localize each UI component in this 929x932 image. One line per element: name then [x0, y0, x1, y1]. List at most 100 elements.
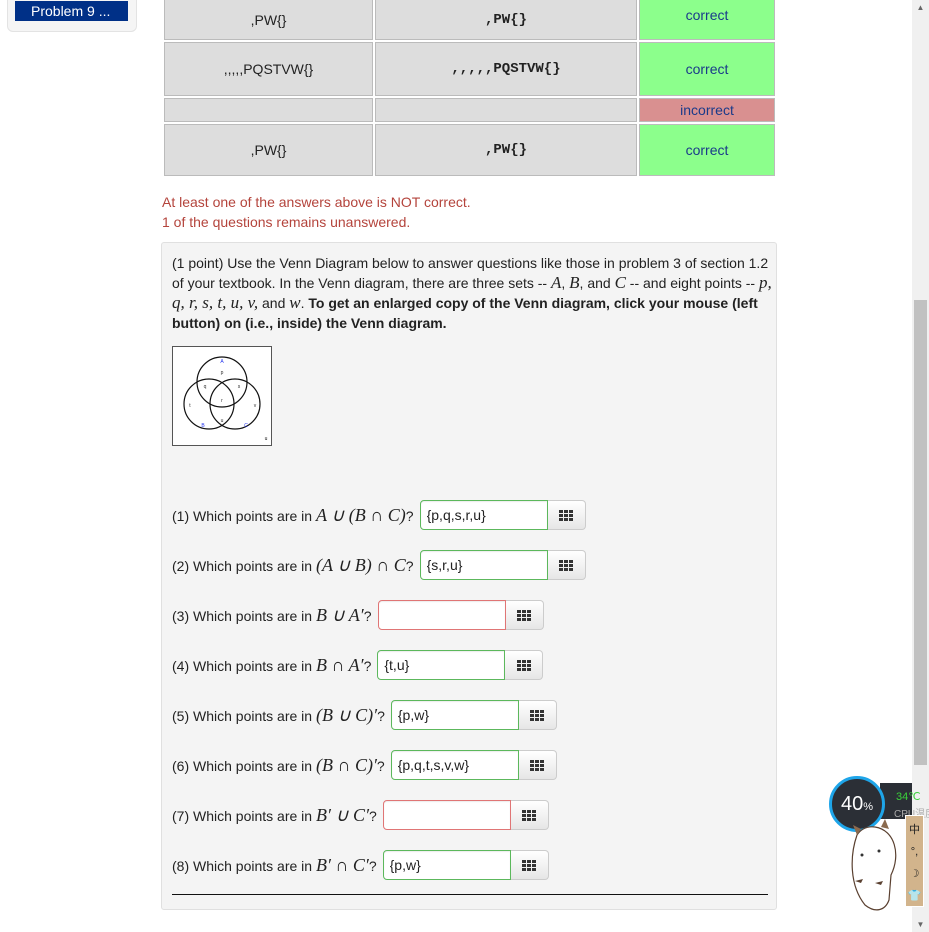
question-suffix: ?	[377, 707, 385, 724]
point-t: t	[189, 403, 191, 409]
venn-diagram[interactable]: A B C p q r s t u v u	[172, 346, 272, 446]
separator: ,	[561, 275, 570, 291]
set-c: C	[614, 273, 626, 292]
table-row: incorrect	[162, 96, 777, 124]
point-r: r	[221, 398, 223, 404]
answer-format-help-button-7[interactable]	[510, 800, 549, 830]
grid-icon	[559, 509, 574, 521]
ime-halfwidth-icon[interactable]: ☽	[910, 867, 920, 880]
status-cell: correct	[637, 40, 777, 98]
answer-format-help-button-4[interactable]	[505, 650, 544, 680]
answer-input-4[interactable]	[377, 650, 506, 680]
point-s: s	[238, 384, 241, 390]
answer-input-5[interactable]	[390, 700, 519, 730]
answer-format-help-button-2[interactable]	[547, 550, 586, 580]
question-label: (5) Which points are in (B ∪ C)′?	[172, 705, 385, 726]
set-expression: B ∩ A′	[315, 654, 364, 675]
set-expression: B′ ∪ C′	[315, 804, 370, 825]
not-correct-message: At least one of the answers above is NOT…	[162, 194, 471, 210]
question-prefix: (8) Which points are in	[172, 857, 316, 874]
ime-chinese-mode-icon[interactable]: 中	[909, 821, 920, 837]
status-cell: incorrect	[637, 96, 777, 124]
set-a: A	[550, 273, 562, 292]
answer-input-7[interactable]	[382, 800, 511, 830]
answer-input-1[interactable]	[419, 500, 548, 530]
status-cell: correct	[637, 122, 777, 178]
question-label: (1) Which points are in A ∪ (B ∩ C)?	[172, 505, 414, 526]
question-prefix: (2) Which points are in	[172, 557, 316, 574]
question-row: (7) Which points are in B′ ∪ C′?	[172, 800, 549, 830]
problem-statement: (1 point) Use the Venn Diagram below to …	[172, 253, 772, 333]
set-expression: A ∪ (B ∩ C)	[315, 504, 406, 525]
label-a: A	[220, 359, 224, 365]
question-prefix: (3) Which points are in	[172, 607, 316, 624]
table-row: ,PW{} ,PW{} correct	[162, 0, 777, 42]
ime-punctuation-icon[interactable]: °,	[911, 846, 918, 858]
question-prefix: (7) Which points are in	[172, 807, 316, 824]
question-label: (4) Which points are in B ∩ A′?	[172, 655, 371, 676]
question-suffix: ?	[405, 557, 414, 574]
answer-format-help-button-6[interactable]	[518, 750, 557, 780]
results-table: ,PW{} ,PW{} correct ,,,,,PQSTVW{} ,,,,,P…	[162, 0, 777, 178]
answer-input-3[interactable]	[377, 600, 506, 630]
answer-format-help-button-5[interactable]	[518, 700, 557, 730]
preview-cell	[373, 96, 639, 124]
point-u: u	[221, 418, 224, 424]
scroll-down-arrow-icon[interactable]: ▼	[912, 920, 929, 929]
divider	[172, 894, 768, 895]
answer-format-help-button-1[interactable]	[547, 500, 586, 530]
status-cell: correct	[637, 0, 777, 42]
set-b: B	[569, 273, 580, 292]
question-prefix: (5) Which points are in	[172, 707, 316, 724]
ime-toolbar[interactable]: 中 °, ☽ 👕	[905, 815, 924, 907]
ime-skin-icon[interactable]: 👕	[908, 889, 922, 902]
set-expression: (A ∪ B) ∩ C	[315, 554, 406, 575]
mascot-icon	[851, 819, 897, 911]
set-expression: B′ ∩ C′	[315, 854, 369, 875]
point-q: q	[204, 384, 207, 390]
question-label: (7) Which points are in B′ ∪ C′?	[172, 805, 377, 826]
label-c: C	[244, 423, 248, 429]
question-label: (8) Which points are in B′ ∩ C′?	[172, 855, 377, 876]
question-suffix: ?	[368, 857, 377, 874]
table-row: ,PW{} ,PW{} correct	[162, 122, 777, 178]
entered-cell: ,,,,,PQSTVW{}	[162, 40, 375, 98]
question-suffix: ?	[363, 657, 372, 674]
problem-9-link[interactable]: Problem 9 ...	[15, 1, 128, 21]
question-prefix: (1) Which points are in	[172, 507, 316, 524]
grid-icon	[517, 609, 532, 621]
point-v: v	[254, 403, 257, 409]
question-suffix: ?	[369, 807, 377, 824]
answer-format-help-button-3[interactable]	[505, 600, 544, 630]
answer-input-2[interactable]	[419, 550, 548, 580]
grid-icon	[559, 559, 574, 571]
entered-cell: ,PW{}	[162, 122, 375, 178]
set-expression: B ∪ A′	[315, 604, 364, 625]
answer-input-6[interactable]	[390, 750, 519, 780]
unanswered-message: 1 of the questions remains unanswered.	[162, 214, 411, 230]
grid-icon	[522, 859, 537, 871]
question-prefix: (6) Which points are in	[172, 757, 316, 774]
grid-icon	[522, 809, 537, 821]
answer-input-8[interactable]	[382, 850, 511, 880]
question-row: (5) Which points are in (B ∪ C)′?	[172, 700, 557, 730]
question-row: (1) Which points are in A ∪ (B ∩ C)?	[172, 500, 586, 530]
question-prefix: (4) Which points are in	[172, 657, 316, 674]
scroll-up-arrow-icon[interactable]: ▲	[912, 3, 929, 12]
question-row: (2) Which points are in (A ∪ B) ∩ C?	[172, 550, 586, 580]
grid-icon	[530, 759, 545, 771]
set-expression: (B ∩ C)′	[315, 754, 377, 775]
percent-sign: %	[863, 801, 874, 813]
entered-cell	[162, 96, 375, 124]
problem-box: (1 point) Use the Venn Diagram below to …	[161, 242, 777, 910]
grid-icon	[530, 709, 545, 721]
question-suffix: ?	[376, 757, 385, 774]
answer-format-help-button-8[interactable]	[510, 850, 549, 880]
question-row: (6) Which points are in (B ∩ C)′?	[172, 750, 557, 780]
scroll-thumb[interactable]	[914, 300, 927, 765]
preview-cell: ,PW{}	[373, 122, 639, 178]
entered-cell: ,PW{}	[162, 0, 375, 42]
set-expression: (B ∪ C)′	[315, 704, 378, 725]
preview-cell: ,PW{}	[373, 0, 639, 42]
intro-text-2: -- and eight points --	[625, 275, 759, 291]
